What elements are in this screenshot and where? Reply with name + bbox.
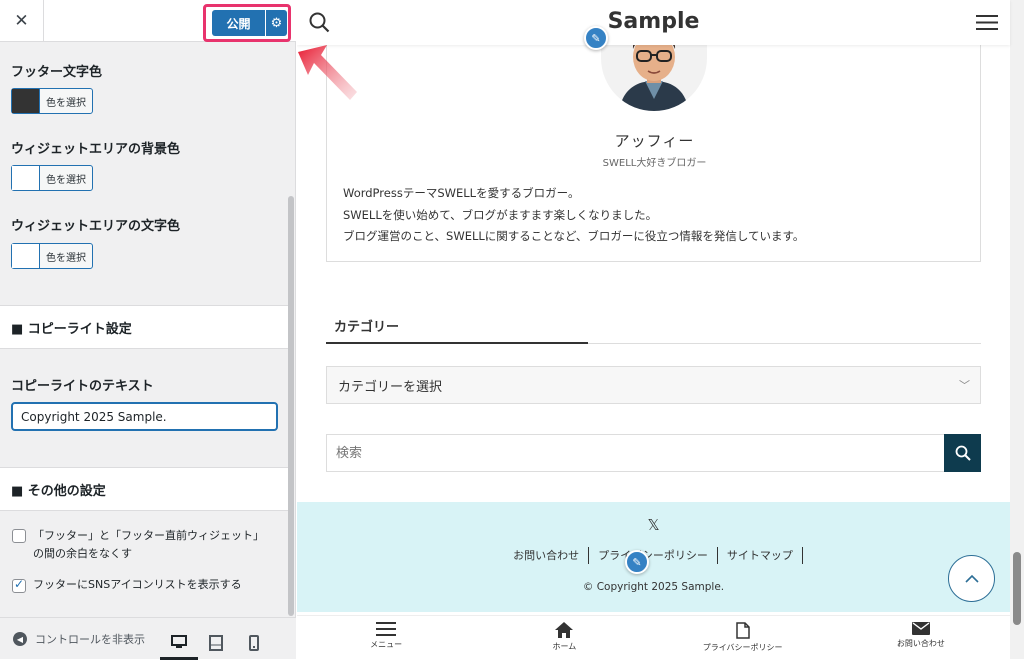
publish-highlight-box: 公開 ⚙ xyxy=(203,4,291,42)
device-mobile-button[interactable] xyxy=(235,626,273,660)
color-swatch xyxy=(12,244,40,268)
back-to-top-button[interactable] xyxy=(948,555,995,602)
x-twitter-icon[interactable]: 𝕏 xyxy=(297,516,1010,534)
fix-menu-label: お問い合わせ xyxy=(896,639,945,648)
show-sns-icons-label: フッターにSNSアイコンリストを表示する xyxy=(33,578,242,591)
mobile-icon xyxy=(249,635,259,651)
menu-icon xyxy=(376,622,397,636)
home-icon xyxy=(555,622,574,638)
customizer-header: ✕ 公開 ⚙ xyxy=(0,0,296,42)
tablet-icon xyxy=(209,635,223,651)
fix-menu-label: メニュー xyxy=(370,640,403,649)
profile-subtitle: SWELL大好きブロガー xyxy=(602,158,707,169)
widget-bg-color-picker[interactable]: 色を選択 xyxy=(11,165,93,191)
device-desktop-button[interactable] xyxy=(160,626,198,660)
edit-shortcut-pencil-icon[interactable]: ✎ xyxy=(584,26,608,50)
sidebar-scrollbar[interactable] xyxy=(288,196,294,616)
fix-menu-item-menu[interactable]: メニュー xyxy=(297,616,475,659)
gear-icon: ⚙ xyxy=(270,15,283,31)
footer-nav-contact[interactable]: お問い合わせ xyxy=(504,547,590,564)
edit-shortcut-pencil-icon[interactable]: ✎ xyxy=(625,550,649,574)
publish-button[interactable]: 公開 xyxy=(212,10,265,36)
color-picker-label: 色を選択 xyxy=(46,97,86,109)
footer-text-color-picker[interactable]: 色を選択 xyxy=(11,88,93,114)
document-icon xyxy=(735,622,750,639)
preview-scrollbar-thumb[interactable] xyxy=(1013,552,1021,625)
fix-menu-item-home[interactable]: ホーム xyxy=(475,616,653,659)
chevron-up-icon xyxy=(964,574,979,583)
widget-text-color-label: ウィジェットエリアの文字色 xyxy=(11,219,181,234)
profile-widget: アッフィー SWELL大好きブロガー WordPressテーマSWELLを愛する… xyxy=(326,21,981,262)
footer-nav-privacy[interactable]: プライバシーポリシー xyxy=(589,547,718,564)
color-picker-label: 色を選択 xyxy=(46,174,86,186)
footer-copyright: © Copyright 2025 Sample. xyxy=(582,581,725,593)
site-preview: Sample ✎ アッフィー SWELL大好きブロガー WordPressテーマ… xyxy=(297,0,1024,659)
profile-name: アッフィー xyxy=(614,132,695,150)
category-title-underline xyxy=(326,342,588,344)
section-copyright-settings: ■ コピーライト設定 xyxy=(0,305,288,349)
profile-desc-line: SWELLを使い始めて、ブログがますます楽しくなりました。 xyxy=(343,207,658,222)
footer-text-color-label: フッター文字色 xyxy=(11,65,103,80)
hide-controls-button[interactable]: ◀ コントロールを非表示 xyxy=(13,631,145,647)
profile-description: WordPressテーマSWELLを愛するブロガー。 SWELLを使い始めて、ブ… xyxy=(343,183,804,248)
checkbox-label-line1: 「フッター」と「フッター直前ウィジェット」 xyxy=(33,529,264,542)
search-input[interactable] xyxy=(326,434,945,472)
site-title[interactable]: Sample xyxy=(297,9,1010,34)
fix-menu-item-privacy[interactable]: プライバシーポリシー xyxy=(654,616,832,659)
category-dropdown[interactable]: カテゴリーを選択 ﹀ xyxy=(326,366,981,404)
widget-bg-color-label: ウィジェットエリアの背景色 xyxy=(11,142,181,157)
site-footer: 𝕏 お問い合わせ プライバシーポリシー サイトマップ © Copyright 2… xyxy=(297,502,1010,612)
search-submit-button[interactable] xyxy=(944,434,981,472)
category-dropdown-value: カテゴリーを選択 xyxy=(338,379,443,395)
collapse-arrow-icon: ◀ xyxy=(13,632,27,646)
customizer-sidebar: ✕ 公開 ⚙ フッター文字色 色を選択 ウィジェットエリアの背景色 色を選択 ウ… xyxy=(0,0,296,660)
copyright-text-label: コピーライトのテキスト xyxy=(11,379,154,394)
color-picker-label: 色を選択 xyxy=(46,252,86,264)
footer-nav: お問い合わせ プライバシーポリシー サイトマップ xyxy=(297,547,1010,564)
publish-settings-button[interactable]: ⚙ xyxy=(266,10,287,36)
chevron-down-icon: ﹀ xyxy=(959,379,970,392)
checkbox-label-line2: の間の余白をなくす xyxy=(33,547,132,560)
close-customizer-button[interactable]: ✕ xyxy=(0,0,44,42)
customizer-footer: ◀ コントロールを非表示 xyxy=(0,617,296,660)
color-swatch xyxy=(12,89,40,113)
hide-controls-label: コントロールを非表示 xyxy=(35,633,145,646)
section-other-settings: ■ その他の設定 xyxy=(0,467,288,511)
footer-nav-sitemap[interactable]: サイトマップ xyxy=(718,547,803,564)
remove-gap-checkbox-label: 「フッター」と「フッター直前ウィジェット」 の間の余白をなくす xyxy=(33,527,264,563)
hamburger-menu-icon[interactable] xyxy=(976,14,998,31)
copyright-text-input[interactable] xyxy=(11,402,278,431)
fix-menu-label: ホーム xyxy=(552,642,577,651)
device-tablet-button[interactable] xyxy=(197,626,235,660)
search-icon xyxy=(955,445,971,461)
fixed-bottom-menu: メニュー ホーム プライバシーポリシー お問い合わせ xyxy=(297,615,1010,659)
widget-text-color-picker[interactable]: 色を選択 xyxy=(11,243,93,269)
remove-gap-checkbox[interactable] xyxy=(12,529,26,543)
category-widget-title: カテゴリー xyxy=(334,320,400,335)
show-sns-icons-checkbox[interactable] xyxy=(12,577,26,593)
mail-icon xyxy=(911,622,930,635)
profile-desc-line: ブログ運営のこと、SWELLに関することなど、ブロガーに役立つ情報を発信していま… xyxy=(343,229,805,243)
site-header: Sample xyxy=(297,0,1010,45)
fix-menu-item-contact[interactable]: お問い合わせ xyxy=(832,616,1010,659)
color-swatch xyxy=(12,166,40,190)
profile-desc-line: WordPressテーマSWELLを愛するブロガー。 xyxy=(343,186,580,200)
annotation-arrow-icon xyxy=(298,45,357,100)
fix-menu-label: プライバシーポリシー xyxy=(702,643,783,652)
desktop-icon xyxy=(171,634,187,648)
